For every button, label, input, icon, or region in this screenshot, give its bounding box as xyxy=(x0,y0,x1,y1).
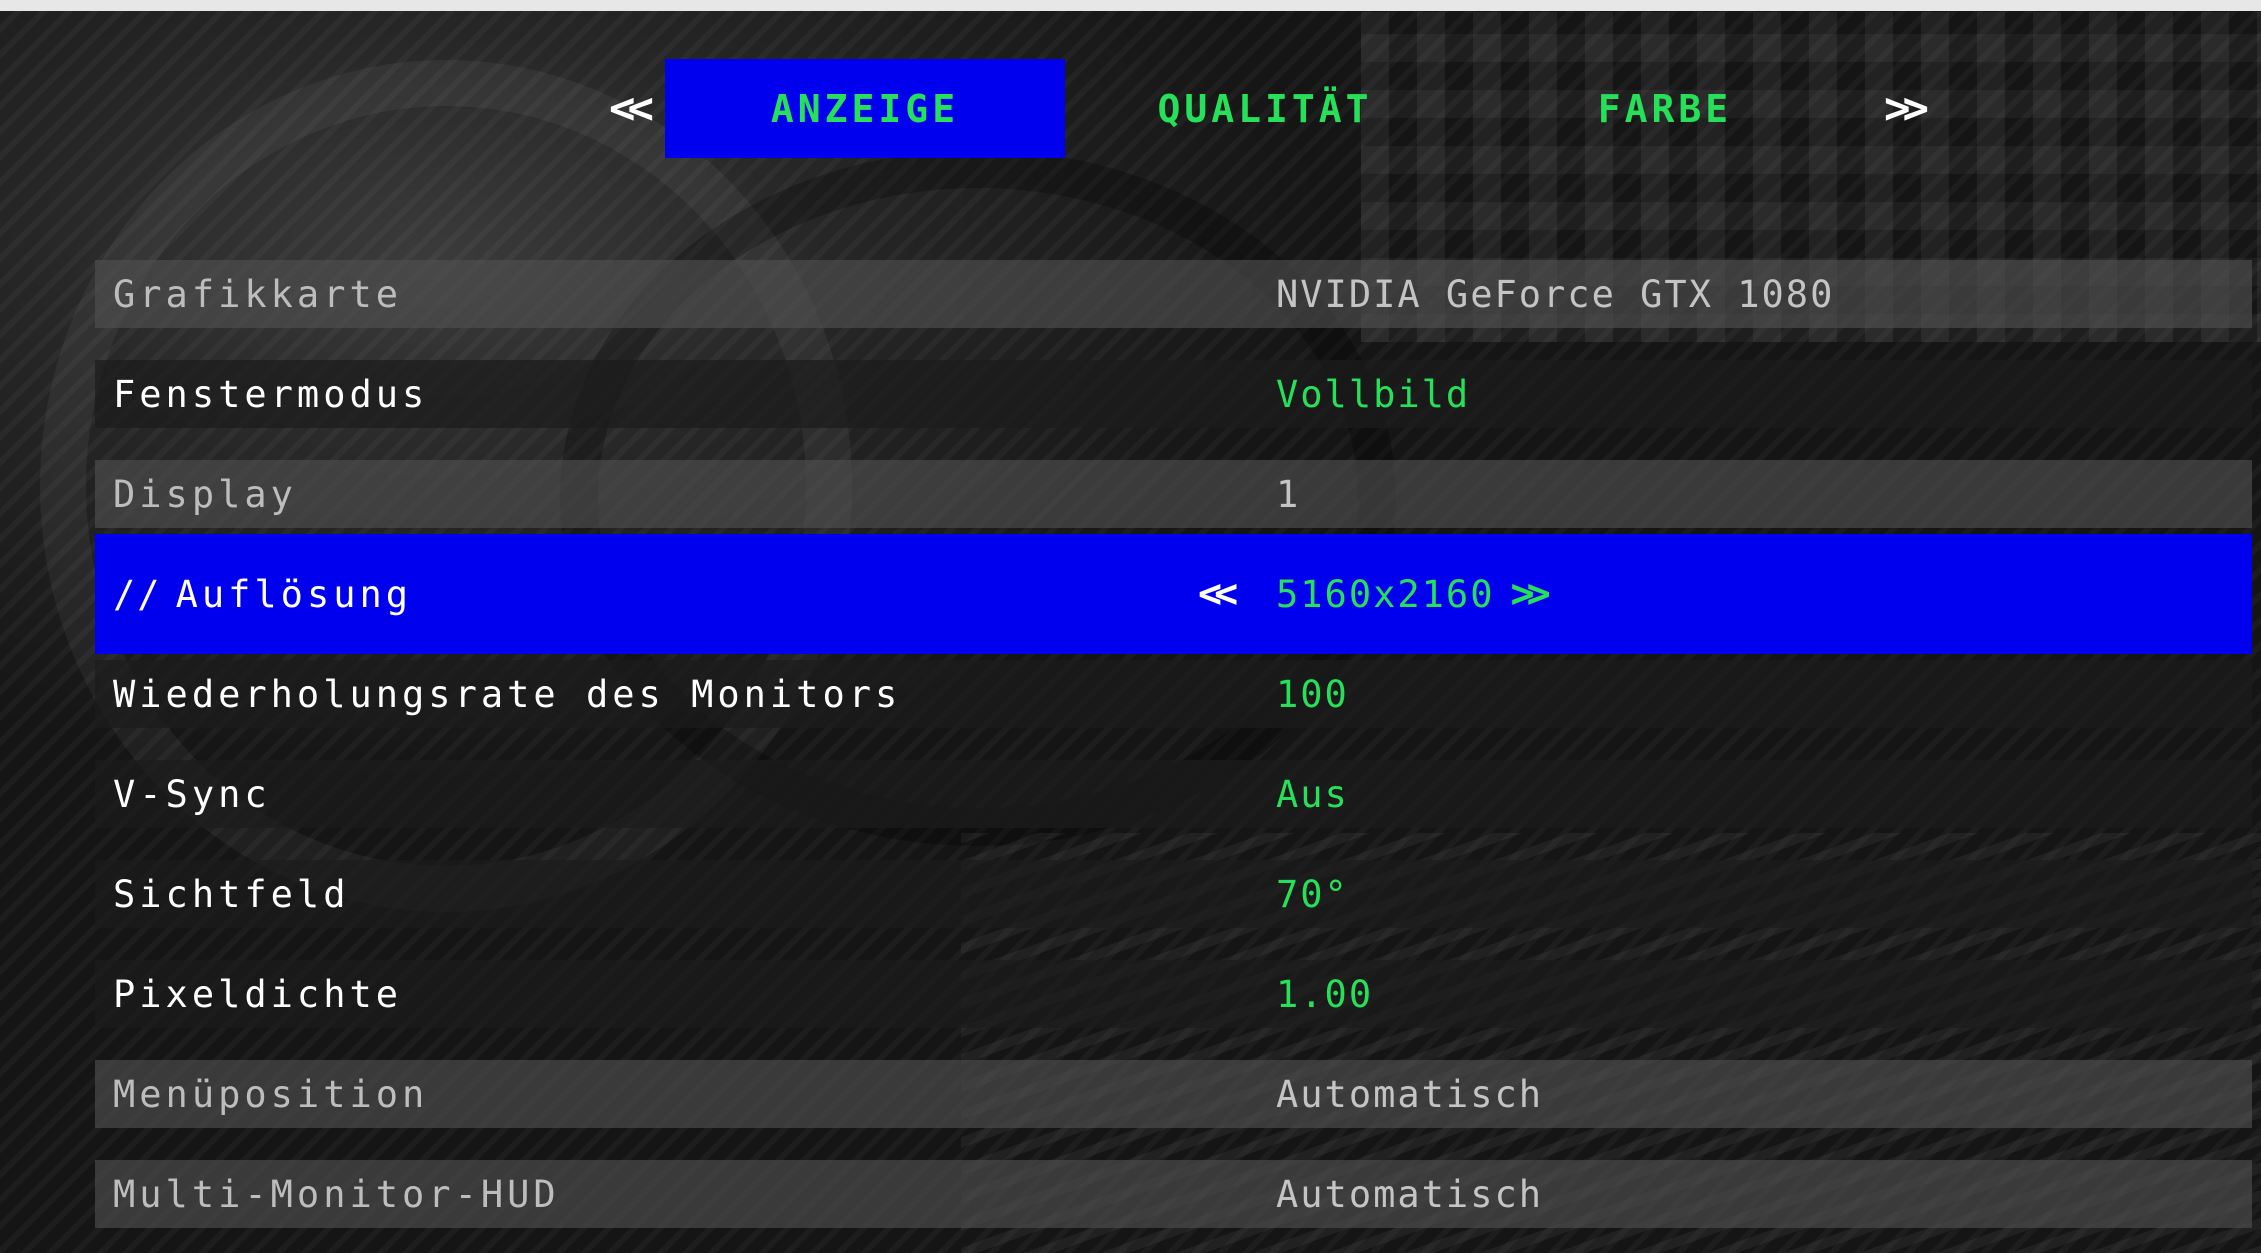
setting-value: Aus xyxy=(1276,772,1349,816)
setting-row-sichtfeld[interactable]: Sichtfeld 70° xyxy=(95,860,2252,928)
tab-next-arrow-icon[interactable]: >> xyxy=(1865,59,1940,158)
setting-row-grafikkarte: Grafikkarte NVIDIA GeForce GTX 1080 xyxy=(95,260,2252,328)
tab-anzeige[interactable]: ANZEIGE xyxy=(665,59,1065,158)
setting-value-wrap: NVIDIA GeForce GTX 1080 xyxy=(1276,273,1834,316)
setting-label: Wiederholungsrate des Monitors xyxy=(113,672,902,716)
setting-label: Grafikkarte xyxy=(113,272,403,316)
setting-value: 5160x2160 xyxy=(1276,572,1495,616)
setting-label: Display xyxy=(113,472,297,516)
tab-farbe[interactable]: FARBE xyxy=(1465,59,1865,158)
setting-row-multi-monitor-hud: Multi-Monitor-HUD Automatisch xyxy=(95,1160,2252,1228)
setting-label: // Auflösung xyxy=(113,573,412,616)
setting-value-wrap: Automatisch xyxy=(1276,1073,1543,1116)
setting-value: 70° xyxy=(1276,872,1349,916)
top-strip xyxy=(0,0,2261,11)
setting-value-wrap: 1 xyxy=(1276,473,1300,516)
setting-label: Sichtfeld xyxy=(113,872,350,916)
tab-qualitaet[interactable]: QUALITÄT xyxy=(1065,59,1465,158)
setting-value-wrap: 70° xyxy=(1276,873,1349,916)
value-prev-arrow-icon[interactable]: << xyxy=(1198,571,1238,617)
setting-label: V-Sync xyxy=(113,772,271,816)
setting-value-wrap: << 5160x2160 >> xyxy=(1198,571,1551,617)
setting-row-aufloesung[interactable]: // Auflösung << 5160x2160 >> xyxy=(95,534,2252,654)
setting-value: 1.00 xyxy=(1276,972,1374,1016)
setting-value: 1 xyxy=(1276,472,1301,516)
setting-row-vsync[interactable]: V-Sync Aus xyxy=(95,760,2252,828)
setting-value-wrap: 1.00 xyxy=(1276,973,1373,1016)
tab-prev-arrow-icon[interactable]: << xyxy=(590,59,665,158)
setting-value-wrap: Aus xyxy=(1276,773,1349,816)
setting-value: 100 xyxy=(1276,672,1349,716)
setting-label: Multi-Monitor-HUD xyxy=(113,1172,560,1216)
setting-value-wrap: 100 xyxy=(1276,673,1349,716)
setting-value: Vollbild xyxy=(1276,372,1471,416)
setting-value-wrap: Automatisch xyxy=(1276,1173,1543,1216)
setting-label: Menüposition xyxy=(113,1072,429,1116)
selection-prefix: // xyxy=(113,572,162,616)
setting-row-menueposition: Menüposition Automatisch xyxy=(95,1060,2252,1128)
setting-row-pixeldichte[interactable]: Pixeldichte 1.00 xyxy=(95,960,2252,1028)
settings-screen: << ANZEIGE QUALITÄT FARBE >> Grafikkarte… xyxy=(0,0,2261,1253)
setting-value-wrap: Vollbild xyxy=(1276,373,1470,416)
setting-label-text: Auflösung xyxy=(175,572,413,616)
setting-label: Pixeldichte xyxy=(113,972,403,1016)
setting-value: Automatisch xyxy=(1276,1072,1544,1116)
value-next-arrow-icon[interactable]: >> xyxy=(1510,571,1550,617)
setting-label: Fenstermodus xyxy=(113,372,429,416)
setting-value: NVIDIA GeForce GTX 1080 xyxy=(1276,272,1835,316)
setting-row-display: Display 1 xyxy=(95,460,2252,528)
setting-value: Automatisch xyxy=(1276,1172,1544,1216)
tab-bar: << ANZEIGE QUALITÄT FARBE >> xyxy=(590,59,1940,158)
setting-row-fenstermodus[interactable]: Fenstermodus Vollbild xyxy=(95,360,2252,428)
settings-list: Grafikkarte NVIDIA GeForce GTX 1080 Fens… xyxy=(95,260,2252,1253)
setting-row-wiederholungsrate[interactable]: Wiederholungsrate des Monitors 100 xyxy=(95,660,2252,728)
